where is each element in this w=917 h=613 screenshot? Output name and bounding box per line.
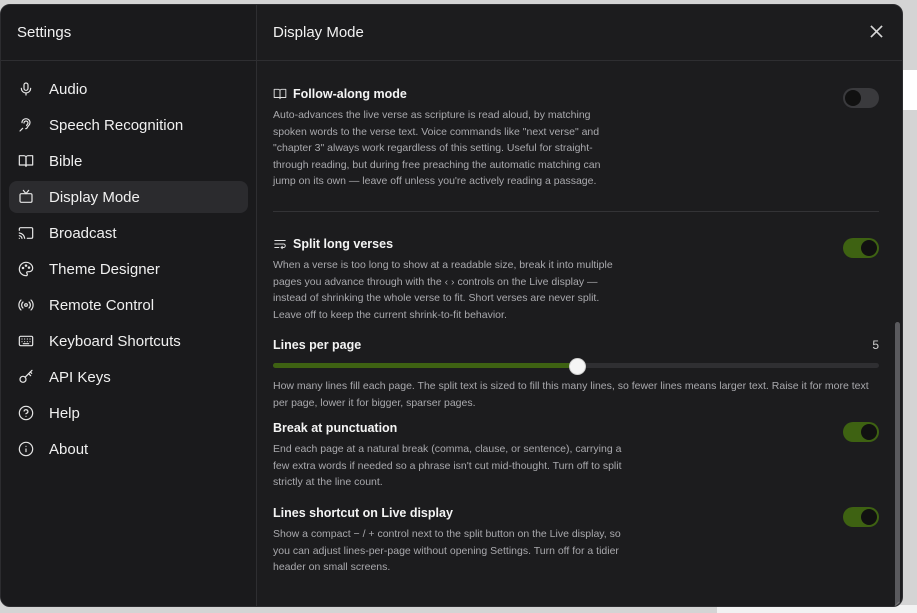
cast-icon [17, 224, 35, 242]
tv-icon [17, 188, 35, 206]
sidebar-item-label: Keyboard Shortcuts [49, 332, 181, 350]
lines-shortcut-title: Lines shortcut on Live display [273, 506, 453, 520]
toggle-knob [845, 90, 861, 106]
sidebar-item-label: Broadcast [49, 224, 117, 242]
lines-per-page-label: Lines per page [273, 338, 362, 352]
scrollbar-thumb[interactable] [895, 322, 900, 606]
lines-shortcut-heading: Lines shortcut on Live display [273, 504, 879, 522]
info-icon [17, 440, 35, 458]
sidebar-item-label: Remote Control [49, 296, 155, 314]
lines-per-page-value: 5 [872, 338, 879, 352]
lines-per-page-description: How many lines fill each page. The split… [273, 380, 869, 409]
sidebar-item-help[interactable]: Help [9, 397, 248, 429]
sidebar-item-label: Display Mode [49, 188, 140, 206]
split-verses-setting: Split long verses When a verse is too lo… [273, 235, 879, 323]
sidebar-item-label: About [49, 440, 89, 458]
section-divider [273, 211, 879, 212]
sidebar-item-label: Speech Recognition [49, 116, 184, 134]
open-book-icon [17, 152, 35, 170]
ear-icon [17, 116, 35, 134]
radio-waves-icon [17, 296, 35, 314]
follow-along-setting: Follow-along mode Auto-advances the live… [273, 85, 879, 190]
sidebar-item-label: Help [49, 404, 80, 422]
sidebar-title: Settings [1, 5, 256, 61]
split-verses-heading: Split long verses [273, 235, 879, 253]
toggle-knob [861, 509, 877, 525]
slider-fill [273, 363, 576, 368]
sidebar-item-api-keys[interactable]: API Keys [9, 361, 248, 393]
key-icon [17, 368, 35, 386]
settings-sidebar: Settings Audio Speech Recognition Bible [1, 5, 257, 606]
keyboard-icon [17, 332, 35, 350]
lines-per-page-setting: Lines per page 5 How many lines fill eac… [273, 336, 879, 409]
split-verses-description: When a verse is too long to show at a re… [273, 259, 613, 321]
sidebar-item-about[interactable]: About [9, 433, 248, 465]
sidebar-item-label: Theme Designer [49, 260, 160, 278]
microphone-icon [17, 80, 35, 98]
split-verses-toggle[interactable] [843, 238, 879, 258]
toggle-knob [861, 424, 877, 440]
content-scrollbar[interactable] [892, 60, 902, 606]
sidebar-item-theme-designer[interactable]: Theme Designer [9, 253, 248, 285]
book-icon [273, 87, 287, 101]
wrap-text-icon [273, 237, 287, 251]
sidebar-item-broadcast[interactable]: Broadcast [9, 217, 248, 249]
break-punctuation-description: End each page at a natural break (comma,… [273, 443, 622, 488]
sidebar-item-audio[interactable]: Audio [9, 73, 248, 105]
settings-content: Follow-along mode Auto-advances the live… [273, 60, 879, 606]
sidebar-item-remote-control[interactable]: Remote Control [9, 289, 248, 321]
follow-along-heading: Follow-along mode [273, 85, 879, 103]
close-button[interactable] [866, 21, 886, 41]
break-punctuation-setting: Break at punctuation End each page at a … [273, 419, 879, 491]
panel-header: Display Mode [257, 5, 902, 61]
lines-per-page-slider[interactable] [273, 358, 879, 375]
follow-along-toggle[interactable] [843, 88, 879, 108]
sidebar-nav: Audio Speech Recognition Bible Display M… [1, 61, 256, 465]
follow-along-description: Auto-advances the live verse as scriptur… [273, 109, 601, 187]
settings-dialog: Settings Audio Speech Recognition Bible [0, 4, 903, 607]
lines-shortcut-setting: Lines shortcut on Live display Show a co… [273, 504, 879, 576]
break-punctuation-toggle[interactable] [843, 422, 879, 442]
help-circle-icon [17, 404, 35, 422]
resize-grip-icon[interactable] [892, 596, 900, 606]
break-punctuation-title: Break at punctuation [273, 421, 398, 435]
break-punctuation-heading: Break at punctuation [273, 419, 879, 437]
sidebar-item-speech-recognition[interactable]: Speech Recognition [9, 109, 248, 141]
page-title: Display Mode [273, 24, 364, 41]
lines-shortcut-toggle[interactable] [843, 507, 879, 527]
slider-thumb[interactable] [569, 358, 586, 375]
sidebar-item-display-mode[interactable]: Display Mode [9, 181, 248, 213]
lines-per-page-header: Lines per page 5 [273, 336, 879, 354]
sidebar-item-label: API Keys [49, 368, 111, 386]
sidebar-item-label: Audio [49, 80, 88, 98]
sidebar-item-keyboard-shortcuts[interactable]: Keyboard Shortcuts [9, 325, 248, 357]
palette-icon [17, 260, 35, 278]
sidebar-item-bible[interactable]: Bible [9, 145, 248, 177]
toggle-knob [861, 240, 877, 256]
follow-along-title: Follow-along mode [293, 87, 407, 101]
sidebar-item-label: Bible [49, 152, 83, 170]
split-verses-title: Split long verses [293, 237, 394, 251]
close-icon [869, 24, 883, 38]
settings-main-panel: Display Mode Follow-along mode Auto-adva… [257, 5, 902, 606]
lines-shortcut-description: Show a compact − / + control next to the… [273, 528, 621, 573]
